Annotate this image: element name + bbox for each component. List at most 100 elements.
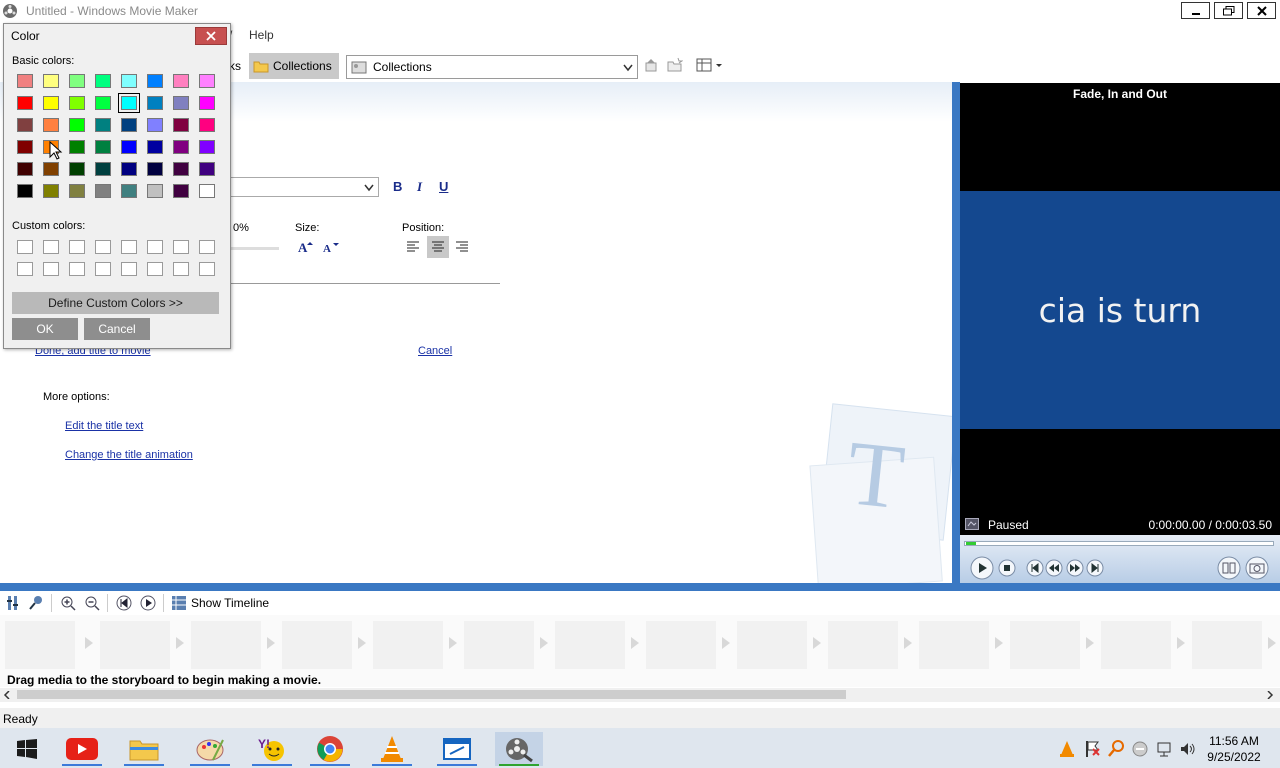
storyboard-slot[interactable] — [5, 621, 75, 669]
basic-color-swatch[interactable] — [147, 96, 163, 110]
taskbar-remote-app[interactable] — [433, 732, 481, 766]
stop-icon[interactable] — [998, 559, 1016, 577]
underline-button[interactable]: U — [439, 179, 448, 194]
panel-divider-horizontal[interactable] — [0, 583, 1280, 591]
custom-color-swatch[interactable] — [95, 240, 111, 254]
storyboard-slot[interactable] — [1101, 621, 1171, 669]
taskbar-yahoo-messenger[interactable]: Y! — [248, 732, 296, 766]
storyboard-slot[interactable] — [919, 621, 989, 669]
custom-color-swatch[interactable] — [95, 262, 111, 276]
edit-title-text-link[interactable]: Edit the title text — [65, 420, 143, 432]
basic-color-swatch[interactable] — [43, 184, 59, 198]
search-icon[interactable] — [1108, 740, 1124, 758]
basic-color-swatch[interactable] — [199, 140, 215, 154]
transition-slot[interactable] — [85, 637, 93, 649]
custom-color-swatch[interactable] — [69, 240, 85, 254]
network-icon[interactable] — [1156, 740, 1172, 758]
custom-color-swatch[interactable] — [69, 262, 85, 276]
basic-color-swatch[interactable] — [121, 118, 137, 132]
basic-color-swatch[interactable] — [17, 74, 33, 88]
transition-slot[interactable] — [631, 637, 639, 649]
basic-color-swatch[interactable] — [95, 96, 111, 110]
storyboard-slot[interactable] — [282, 621, 352, 669]
basic-color-swatch[interactable] — [43, 96, 59, 110]
custom-color-swatch[interactable] — [147, 240, 163, 254]
basic-color-swatch[interactable] — [147, 74, 163, 88]
storyboard-slot[interactable] — [1010, 621, 1080, 669]
transition-slot[interactable] — [813, 637, 821, 649]
close-window-button[interactable] — [1247, 2, 1276, 19]
split-clip-icon[interactable] — [1217, 556, 1241, 580]
transparency-slider[interactable] — [231, 247, 279, 250]
set-audio-levels-icon[interactable] — [6, 595, 20, 611]
define-custom-colors-button[interactable]: Define Custom Colors >> — [12, 292, 219, 314]
collections-select[interactable]: Collections — [346, 55, 638, 79]
basic-color-swatch[interactable] — [173, 74, 189, 88]
color-dialog-close-button[interactable] — [195, 27, 227, 45]
taskbar-youtube[interactable] — [58, 732, 106, 766]
basic-color-swatch[interactable] — [17, 140, 33, 154]
basic-color-swatch[interactable] — [173, 118, 189, 132]
views-button[interactable] — [696, 57, 724, 76]
custom-color-swatch[interactable] — [17, 262, 33, 276]
basic-color-swatch[interactable] — [199, 184, 215, 198]
basic-color-swatch[interactable] — [147, 184, 163, 198]
storyboard-slot[interactable] — [828, 621, 898, 669]
menu-help[interactable]: Help — [249, 28, 274, 42]
seek-thumb[interactable] — [966, 542, 976, 545]
taskbar-paint[interactable] — [186, 732, 234, 766]
basic-color-swatch[interactable] — [118, 93, 140, 113]
basic-color-swatch[interactable] — [43, 74, 59, 88]
transition-slot[interactable] — [449, 637, 457, 649]
custom-color-swatch[interactable] — [43, 240, 59, 254]
basic-color-swatch[interactable] — [17, 96, 33, 110]
basic-color-swatch[interactable] — [95, 162, 111, 176]
basic-color-swatch[interactable] — [95, 140, 111, 154]
maximize-button[interactable] — [1214, 2, 1243, 19]
storyboard-slot[interactable] — [100, 621, 170, 669]
align-center-button[interactable] — [427, 236, 449, 258]
cancel-link[interactable]: Cancel — [418, 345, 452, 357]
custom-color-swatch[interactable] — [121, 240, 137, 254]
basic-color-swatch[interactable] — [199, 96, 215, 110]
basic-color-swatch[interactable] — [69, 74, 85, 88]
scroll-right-icon[interactable] — [1266, 691, 1274, 699]
basic-color-swatch[interactable] — [95, 184, 111, 198]
basic-color-swatch[interactable] — [173, 162, 189, 176]
storyboard-scrollbar[interactable] — [0, 688, 1280, 702]
transition-slot[interactable] — [358, 637, 366, 649]
transition-slot[interactable] — [1177, 637, 1185, 649]
transition-slot[interactable] — [995, 637, 1003, 649]
basic-color-swatch[interactable] — [199, 74, 215, 88]
basic-color-swatch[interactable] — [17, 118, 33, 132]
increase-font-icon[interactable]: A — [298, 240, 316, 254]
previous-frame-icon[interactable] — [1026, 559, 1044, 577]
basic-color-swatch[interactable] — [173, 184, 189, 198]
basic-color-swatch[interactable] — [121, 140, 137, 154]
next-frame-icon[interactable] — [1086, 559, 1104, 577]
messenger-tray-icon[interactable] — [1132, 740, 1148, 758]
storyboard-slot[interactable] — [555, 621, 625, 669]
change-title-animation-link[interactable]: Change the title animation — [65, 449, 193, 461]
custom-color-swatch[interactable] — [17, 240, 33, 254]
custom-color-swatch[interactable] — [121, 262, 137, 276]
basic-color-swatch[interactable] — [199, 118, 215, 132]
rewind-storyboard-icon[interactable] — [116, 595, 132, 611]
custom-color-swatch[interactable] — [43, 262, 59, 276]
collections-button[interactable]: Collections — [249, 53, 339, 79]
basic-color-swatch[interactable] — [173, 140, 189, 154]
italic-button[interactable]: I — [417, 179, 422, 195]
cancel-button[interactable]: Cancel — [84, 318, 150, 340]
basic-color-swatch[interactable] — [69, 162, 85, 176]
storyboard-slot[interactable] — [191, 621, 261, 669]
basic-color-swatch[interactable] — [199, 162, 215, 176]
taskbar-vlc[interactable] — [368, 732, 416, 766]
scrollbar-thumb[interactable] — [17, 690, 846, 699]
basic-color-swatch[interactable] — [43, 162, 59, 176]
custom-color-swatch[interactable] — [199, 262, 215, 276]
minimize-button[interactable] — [1181, 2, 1210, 19]
scroll-left-icon[interactable] — [3, 691, 11, 699]
basic-color-swatch[interactable] — [17, 184, 33, 198]
basic-color-swatch[interactable] — [121, 74, 137, 88]
taskbar-chrome[interactable] — [306, 732, 354, 766]
